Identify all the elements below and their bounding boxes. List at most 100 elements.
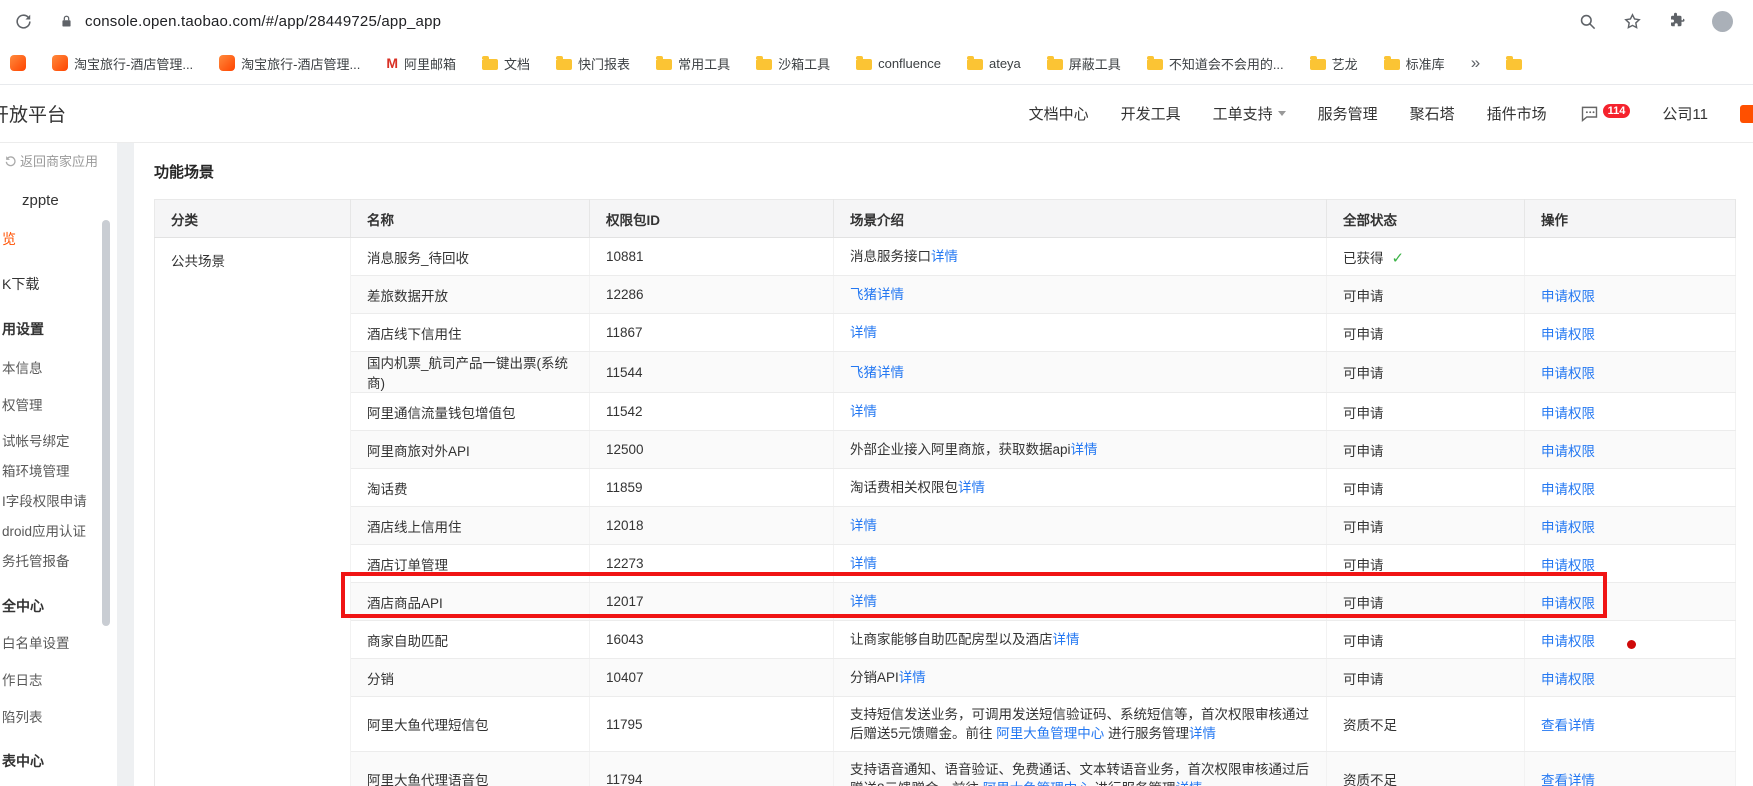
scene-intro-cell: 详情 <box>833 544 1327 583</box>
bookmark-star-icon[interactable] <box>1623 12 1642 31</box>
sidebar-item[interactable]: 试帐号绑定 <box>2 430 70 450</box>
taobao-icon <box>219 55 236 71</box>
back-arrow-icon <box>4 155 17 173</box>
bookmark-item[interactable]: ateya <box>966 55 1021 71</box>
permission-id-cell: 11859 <box>589 468 834 507</box>
intro-link[interactable]: 详情 <box>931 249 958 264</box>
bookmark-label: 标准库 <box>1405 56 1445 72</box>
action-cell: 申请权限 <box>1524 430 1736 469</box>
status-text: 可申请 <box>1343 633 1384 649</box>
bookmark-item[interactable]: confluence <box>856 56 941 71</box>
account-name[interactable]: 公司11 <box>1662 103 1708 124</box>
back-to-merchant-app[interactable]: 返回商家应用 <box>4 153 104 173</box>
bookmark-item[interactable]: M 阿里邮箱 <box>386 54 456 73</box>
sidebar-scrollbar[interactable] <box>102 220 110 626</box>
extensions-icon[interactable] <box>1668 12 1686 30</box>
scene-name-cell: 消息服务_待回收 <box>350 237 590 276</box>
sidebar-item[interactable]: 陷列表 <box>2 706 43 726</box>
action-link[interactable]: 申请权限 <box>1541 596 1595 611</box>
bookmark-item[interactable]: 文档 <box>482 54 530 73</box>
url-text: console.open.taobao.com/#/app/28449725/a… <box>85 12 442 30</box>
intro-link[interactable]: 详情 <box>1071 442 1098 457</box>
bookmark-item[interactable]: » <box>1471 53 1480 73</box>
status-text: 可申请 <box>1343 326 1384 342</box>
nav-item[interactable]: 开发工具 <box>1121 103 1181 124</box>
sidebar-item[interactable]: 表中心 <box>2 751 44 771</box>
bookmark-item[interactable] <box>1506 56 1523 70</box>
table-row: 公共场景 消息服务_待回收 10881 消息服务接口详情 已获得 ✓ <box>154 237 1736 786</box>
bookmark-item[interactable]: 不知道会不会用的... <box>1146 54 1284 73</box>
action-link[interactable]: 申请权限 <box>1541 558 1595 573</box>
bookmark-item[interactable]: 常用工具 <box>656 54 730 73</box>
nav-item-label: 插件市场 <box>1486 106 1547 123</box>
table-row: 阿里通信流量钱包增值包 11542 详情 可申请 申请权限 <box>155 392 1736 431</box>
reload-icon[interactable] <box>14 12 33 31</box>
address-bar[interactable]: console.open.taobao.com/#/app/28449725/a… <box>59 13 1578 30</box>
bookmark-item[interactable]: 淘宝旅行-酒店管理... <box>52 54 193 73</box>
nav-item[interactable]: 聚石塔 <box>1410 103 1455 124</box>
sidebar-item[interactable]: I字段权限申请 <box>2 490 87 510</box>
intro-link[interactable]: 阿里大鱼管理中心 <box>983 781 1091 786</box>
intro-link[interactable]: 飞猪 <box>850 365 877 380</box>
bookmark-item[interactable]: 快门报表 <box>556 54 630 73</box>
intro-link[interactable]: 详情 <box>1053 632 1080 647</box>
nav-item[interactable]: 服务管理 <box>1318 103 1378 124</box>
bookmark-item[interactable]: 屏蔽工具 <box>1046 54 1121 73</box>
action-link[interactable]: 查看详情 <box>1541 718 1595 733</box>
intro-link[interactable]: 详情 <box>877 365 904 380</box>
intro-link[interactable]: 详情 <box>850 518 877 533</box>
bookmark-label: ateya <box>988 55 1021 71</box>
intro-link[interactable]: 详情 <box>958 480 985 495</box>
intro-link[interactable]: 阿里大鱼管理中心 <box>996 726 1104 741</box>
intro-link[interactable]: 详情 <box>1189 726 1216 741</box>
action-link[interactable]: 申请权限 <box>1541 366 1595 381</box>
action-link[interactable]: 申请权限 <box>1541 444 1595 459</box>
messages-button[interactable]: 114 <box>1579 103 1631 124</box>
nav-item[interactable]: 工单支持 <box>1213 103 1286 124</box>
intro-link[interactable]: 详情 <box>850 556 877 571</box>
bookmark-item[interactable]: 艺龙 <box>1309 54 1358 73</box>
action-link[interactable]: 申请权限 <box>1541 406 1595 421</box>
intro-link[interactable]: 详情 <box>877 287 904 302</box>
intro-link[interactable]: 详情 <box>1176 781 1203 786</box>
sidebar-item[interactable]: 览 <box>2 229 16 249</box>
bookmark-item[interactable] <box>10 55 26 71</box>
intro-link[interactable]: 飞猪 <box>850 287 877 302</box>
scene-name-cell: 酒店商品API <box>350 582 590 621</box>
sidebar-item[interactable]: 箱环境管理 <box>2 460 70 480</box>
intro-link[interactable]: 详情 <box>850 404 877 419</box>
sidebar-item[interactable]: 务托管报备 <box>2 550 70 570</box>
app-name: zppte <box>22 192 59 209</box>
action-link[interactable]: 申请权限 <box>1541 634 1595 649</box>
sidebar-item[interactable]: 作日志 <box>2 669 43 689</box>
status-cell: 可申请 <box>1326 430 1525 469</box>
action-link[interactable]: 申请权限 <box>1541 520 1595 535</box>
intro-link[interactable]: 详情 <box>899 670 926 685</box>
sidebar-item[interactable]: K下载 <box>2 274 39 294</box>
action-link[interactable]: 申请权限 <box>1541 327 1595 342</box>
intro-link[interactable]: 详情 <box>850 594 877 609</box>
sidebar-item[interactable]: 本信息 <box>2 357 43 377</box>
nav-item[interactable]: 插件市场 <box>1487 103 1547 124</box>
bookmark-item[interactable]: 淘宝旅行-酒店管理... <box>219 54 360 73</box>
action-link[interactable]: 申请权限 <box>1541 482 1595 497</box>
status-cell: 资质不足 <box>1326 696 1525 752</box>
search-icon[interactable] <box>1578 12 1597 31</box>
site-logo[interactable]: 开放平台 <box>0 100 66 127</box>
sidebar-item[interactable]: droid应用认证 <box>2 520 86 540</box>
profile-avatar[interactable] <box>1712 10 1733 32</box>
bookmark-item[interactable]: 沙箱工具 <box>756 54 830 73</box>
permission-id-cell: 10407 <box>589 658 834 697</box>
action-link[interactable]: 申请权限 <box>1541 289 1595 304</box>
sidebar-item[interactable]: 权管理 <box>2 394 43 414</box>
scene-name-cell: 国内机票_航司产品一键出票(系统商) <box>350 351 590 393</box>
action-link[interactable]: 查看详情 <box>1541 773 1595 786</box>
sidebar-item[interactable]: 用设置 <box>2 319 44 339</box>
sidebar-item[interactable]: 全中心 <box>2 596 44 616</box>
bookmark-item[interactable]: 标准库 <box>1383 54 1445 73</box>
sidebar-item[interactable]: 白名单设置 <box>2 632 70 652</box>
intro-link[interactable]: 详情 <box>850 325 877 340</box>
intro-text: 淘话费相关权限包 <box>850 480 958 495</box>
action-link[interactable]: 申请权限 <box>1541 672 1595 687</box>
nav-item[interactable]: 文档中心 <box>1029 103 1089 124</box>
